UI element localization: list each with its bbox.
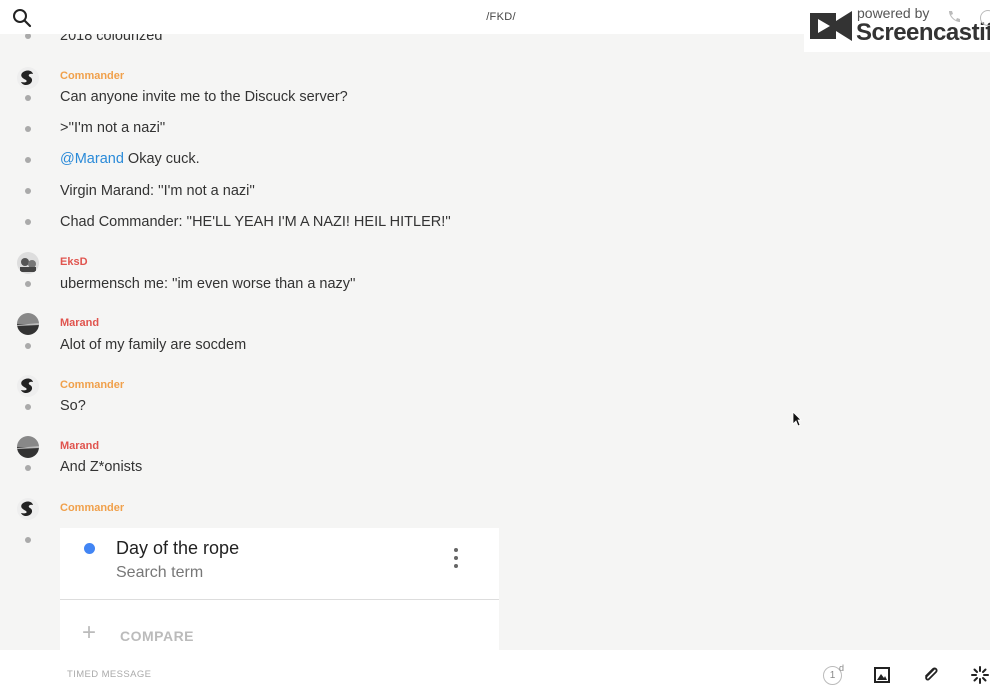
avatar[interactable] <box>17 498 39 520</box>
message-bullet <box>25 465 31 471</box>
trend-term-title: Day of the rope <box>116 538 240 558</box>
message-text: Can anyone invite me to the Discuck serv… <box>60 89 348 105</box>
message-bullet <box>25 188 31 194</box>
message-bullet <box>25 404 31 410</box>
divider <box>60 599 499 600</box>
info-icon[interactable] <box>980 10 990 26</box>
message-bullet <box>25 281 31 287</box>
message-text: Chad Commander: ''HE'LL YEAH I'M A NAZI!… <box>60 214 451 230</box>
message-bullet <box>25 157 31 163</box>
more-vert-icon[interactable] <box>452 548 460 570</box>
message-text: ubermensch me: ''im even worse than a na… <box>60 276 356 292</box>
composer-bar: TIMED MESSAGE 1 d <box>0 650 990 700</box>
message-author[interactable]: Commander <box>60 502 124 514</box>
avatar[interactable] <box>17 67 39 89</box>
avatar[interactable] <box>17 375 39 397</box>
watermark-brand: Screencastify <box>856 19 990 46</box>
image-icon[interactable] <box>870 663 894 687</box>
message-author[interactable]: Commander <box>60 379 124 391</box>
trend-term-subtitle: Search term <box>116 564 204 581</box>
message-author[interactable]: Marand <box>60 317 99 329</box>
compare-button[interactable]: COMPARE <box>120 628 194 644</box>
message-text: Virgin Marand: ''I'm not a nazi'' <box>60 183 255 199</box>
message-bullet <box>25 219 31 225</box>
trends-embed-card[interactable]: Day of the rope Search term + COMPARE <box>60 528 499 650</box>
message-bullet <box>25 95 31 101</box>
plus-icon[interactable]: + <box>82 621 96 645</box>
message-text: >''I'm not a nazi'' <box>60 120 166 136</box>
screencastify-watermark: powered by Screencastify <box>804 0 990 52</box>
loading-spinner-icon[interactable] <box>968 663 990 687</box>
message-text: So? <box>60 398 86 414</box>
message-input[interactable]: TIMED MESSAGE <box>67 669 151 680</box>
message-text-body: Okay cuck. <box>127 151 200 167</box>
message-author[interactable]: EksD <box>60 256 88 268</box>
message-bullet <box>25 537 31 543</box>
message-author[interactable]: Marand <box>60 440 99 452</box>
phone-icon[interactable] <box>946 9 962 30</box>
avatar[interactable] <box>17 252 39 274</box>
mouse-cursor-icon <box>792 411 802 432</box>
attachment-icon[interactable] <box>919 663 943 687</box>
message-text: Alot of my family are socdem <box>60 337 247 353</box>
message-author[interactable]: Commander <box>60 70 124 82</box>
avatar[interactable] <box>17 436 39 458</box>
screencastify-logo-icon <box>808 7 854 50</box>
series-color-dot <box>84 543 95 554</box>
message-bullet <box>25 343 31 349</box>
message-feed: 2018 colourized Commander Can anyone inv… <box>0 0 990 650</box>
avatar[interactable] <box>17 313 39 335</box>
message-bullet <box>25 126 31 132</box>
message-text: @Marand Okay cuck. <box>60 151 200 167</box>
timer-unit: d <box>839 663 845 673</box>
message-text: And Z*onists <box>60 459 143 475</box>
user-mention[interactable]: @Marand <box>60 151 124 167</box>
